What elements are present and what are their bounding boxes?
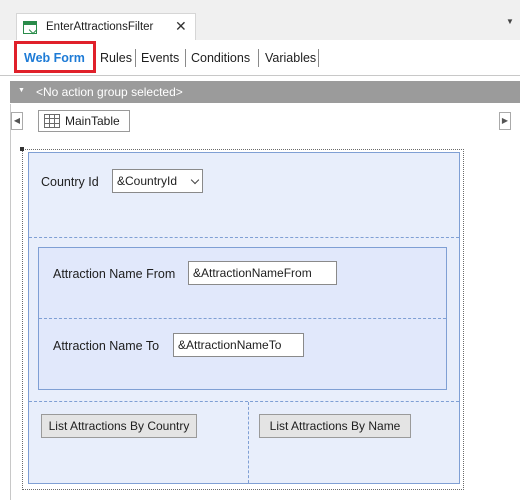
- tab-separator: [258, 49, 259, 67]
- tab-overflow-icon[interactable]: ▼: [506, 17, 514, 26]
- close-icon[interactable]: ✕: [175, 19, 187, 33]
- action-group-label: <No action group selected>: [36, 85, 183, 99]
- attraction-name-from-label: Attraction Name From: [53, 267, 176, 281]
- action-group-bar[interactable]: ▼ <No action group selected>: [10, 81, 520, 103]
- tab-separator: [135, 49, 136, 67]
- row-divider: [29, 401, 459, 402]
- table-icon: [44, 114, 60, 128]
- attraction-name-to-label: Attraction Name To: [53, 339, 160, 353]
- scroll-right-button[interactable]: ▶: [499, 112, 511, 130]
- scroll-left-button[interactable]: ◀: [11, 112, 23, 130]
- row-divider: [29, 237, 459, 238]
- document-tab-bar: EnterAttractionsFilter ✕ ▼: [0, 0, 520, 40]
- attraction-name-from-value: &AttractionNameFrom: [193, 266, 312, 280]
- country-id-value: &CountryId: [117, 174, 178, 188]
- row-divider: [39, 318, 446, 319]
- chevron-down-icon: [190, 175, 200, 185]
- tab-events[interactable]: Events: [141, 51, 179, 65]
- tab-rules[interactable]: Rules: [100, 51, 132, 65]
- country-id-label: Country Id: [41, 175, 99, 189]
- tab-separator: [185, 49, 186, 67]
- document-tab[interactable]: EnterAttractionsFilter ✕: [16, 13, 196, 40]
- web-form-highlight: [14, 41, 96, 73]
- tab-conditions[interactable]: Conditions: [191, 51, 250, 65]
- attraction-name-to-field[interactable]: &AttractionNameTo: [173, 333, 304, 357]
- selection-handle[interactable]: [20, 147, 24, 151]
- country-id-combo[interactable]: &CountryId: [112, 169, 203, 193]
- document-tab-title: EnterAttractionsFilter: [46, 21, 154, 33]
- tab-variables[interactable]: Variables: [265, 51, 316, 65]
- maintable-label: MainTable: [65, 114, 120, 128]
- maintable-button[interactable]: MainTable: [38, 110, 130, 132]
- list-attractions-by-name-button[interactable]: List Attractions By Name: [259, 414, 411, 438]
- canvas-border: [10, 104, 11, 500]
- list-attractions-by-country-button[interactable]: List Attractions By Country: [41, 414, 197, 438]
- attraction-name-to-value: &AttractionNameTo: [178, 338, 282, 352]
- webpanel-icon: [22, 20, 37, 34]
- column-divider: [248, 402, 249, 483]
- tab-separator: [318, 49, 319, 67]
- attraction-name-from-field[interactable]: &AttractionNameFrom: [188, 261, 337, 285]
- chevron-down-icon: ▼: [18, 87, 25, 94]
